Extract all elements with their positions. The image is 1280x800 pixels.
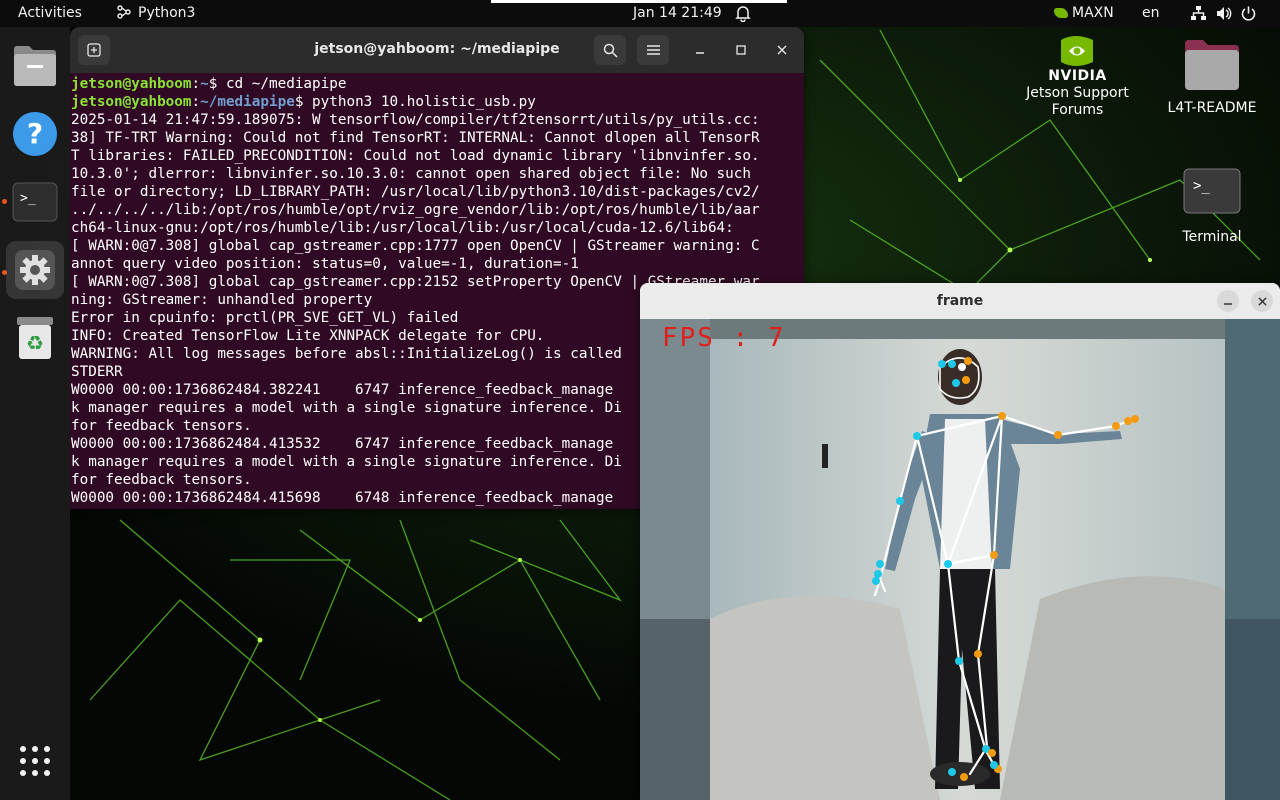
- output-line: [ WARN:0@7.308] global cap_gstreamer.cpp…: [71, 238, 760, 254]
- app-grid-icon: [20, 746, 50, 776]
- gear-icon: [15, 250, 55, 290]
- prompt-user: jetson@yahboom: [71, 94, 192, 110]
- minimize-icon: [696, 52, 704, 54]
- python-app-icon: [117, 5, 131, 19]
- dock: ? >_ ♻: [0, 27, 70, 800]
- output-line: ../../../../lib:/opt/ros/humble/opt/rviz…: [71, 202, 760, 218]
- power-mode-indicator[interactable]: MAXN: [1054, 0, 1114, 27]
- desktop-icon-label: Terminal: [1182, 229, 1242, 245]
- terminal-header-bar[interactable]: jetson@yahboom: ~/mediapipe: [70, 27, 804, 73]
- svg-text:♻: ♻: [26, 331, 44, 355]
- desktop-icon-l4t-readme[interactable]: L4T-README: [1160, 38, 1264, 117]
- frame-window[interactable]: frame FPS: 7: [640, 283, 1280, 800]
- folder-icon: [14, 46, 56, 86]
- frame-close-button[interactable]: [1251, 290, 1273, 312]
- maximize-icon: [736, 45, 746, 55]
- desktop-icon-label: Forums: [1051, 102, 1104, 118]
- nvidia-logo-icon: [1060, 36, 1093, 66]
- output-line: ch64-linux-gnu:/opt/ros/humble/lib:/usr/…: [71, 220, 734, 236]
- help-icon: ?: [13, 112, 57, 156]
- clock[interactable]: Jan 14 21:49: [633, 0, 722, 27]
- menu-button[interactable]: [637, 35, 669, 65]
- frame-title: frame: [936, 293, 984, 309]
- activities-button[interactable]: Activities: [18, 0, 82, 27]
- trash-icon: ♻: [17, 317, 53, 359]
- frame-header-bar[interactable]: frame: [640, 283, 1280, 319]
- minimize-icon: [1224, 303, 1232, 305]
- system-status-area[interactable]: [1190, 5, 1257, 22]
- close-icon: [1257, 296, 1267, 306]
- prompt-path: ~: [200, 76, 209, 92]
- nvidia-icon: [1054, 8, 1068, 18]
- prompt-user: jetson@yahboom: [71, 76, 192, 92]
- prompt-path: ~/mediapipe: [200, 94, 295, 110]
- app-menu[interactable]: Python3: [116, 0, 195, 27]
- top-bar: Activities Python3 Jan 14 21:49 MAXN en: [0, 0, 1280, 27]
- dock-terminal[interactable]: >_: [6, 173, 64, 231]
- hamburger-icon: [646, 45, 660, 55]
- output-line: annot query video position: status=0, va…: [71, 256, 579, 272]
- prompt-line: jetson@yahboom:~$ cd ~/mediapipe: [71, 76, 347, 92]
- network-icon: [1191, 6, 1206, 20]
- language-indicator[interactable]: en: [1142, 0, 1160, 27]
- svg-text:>_: >_: [20, 191, 36, 206]
- fps-counter: FPS : 7: [662, 323, 786, 353]
- svg-text:?: ?: [27, 117, 43, 150]
- desktop-icon-jetson-forums[interactable]: NVIDIA Jetson Support Forums: [1020, 34, 1135, 119]
- power-mode-label: MAXN: [1072, 5, 1114, 21]
- app-menu-label: Python3: [138, 5, 196, 21]
- desktop-icon-terminal[interactable]: >_ Terminal: [1160, 168, 1264, 246]
- output-line: file or directory; LD_LIBRARY_PATH: /usr…: [71, 184, 760, 200]
- terminal-icon: >_: [12, 182, 58, 222]
- output-line: T libraries: FAILED_PRECONDITION: Could …: [71, 148, 760, 164]
- search-icon: [603, 43, 618, 58]
- desktop-icon-label: L4T-README: [1167, 100, 1257, 116]
- output-line: 38] TF-TRT Warning: Could not find Tenso…: [71, 130, 760, 146]
- dock-files[interactable]: [6, 37, 64, 95]
- command-text: python3 10.holistic_usb.py: [312, 94, 536, 110]
- svg-text:>_: >_: [1193, 178, 1210, 194]
- close-icon: [777, 45, 787, 55]
- dock-help[interactable]: ?: [6, 105, 64, 163]
- dock-settings[interactable]: [6, 241, 64, 299]
- dock-trash[interactable]: ♻: [6, 309, 64, 367]
- frame-minimize-button[interactable]: [1217, 290, 1239, 312]
- maximize-button[interactable]: [725, 35, 757, 65]
- show-applications-button[interactable]: [6, 732, 64, 790]
- power-icon: [1241, 6, 1256, 21]
- output-line: 2025-01-14 21:47:59.189075: W tensorflow…: [71, 112, 760, 128]
- terminal-icon: >_: [1183, 168, 1241, 214]
- prompt-line: jetson@yahboom:~/mediapipe$ python3 10.h…: [71, 94, 536, 110]
- volume-icon: [1217, 7, 1232, 20]
- minimize-button[interactable]: [684, 35, 716, 65]
- command-text: cd ~/mediapipe: [225, 76, 347, 92]
- folder-icon: [1185, 40, 1239, 90]
- camera-feed: [640, 319, 1280, 800]
- nvidia-brand-text: NVIDIA: [1048, 68, 1107, 84]
- output-line: 10.3.0'; dlerror: libnvinfer.so.10.3.0: …: [71, 166, 751, 182]
- notification-bell-icon[interactable]: [735, 5, 751, 23]
- close-button[interactable]: [766, 35, 798, 65]
- desktop-icon-label: Jetson Support: [1026, 85, 1129, 101]
- search-button[interactable]: [594, 35, 626, 65]
